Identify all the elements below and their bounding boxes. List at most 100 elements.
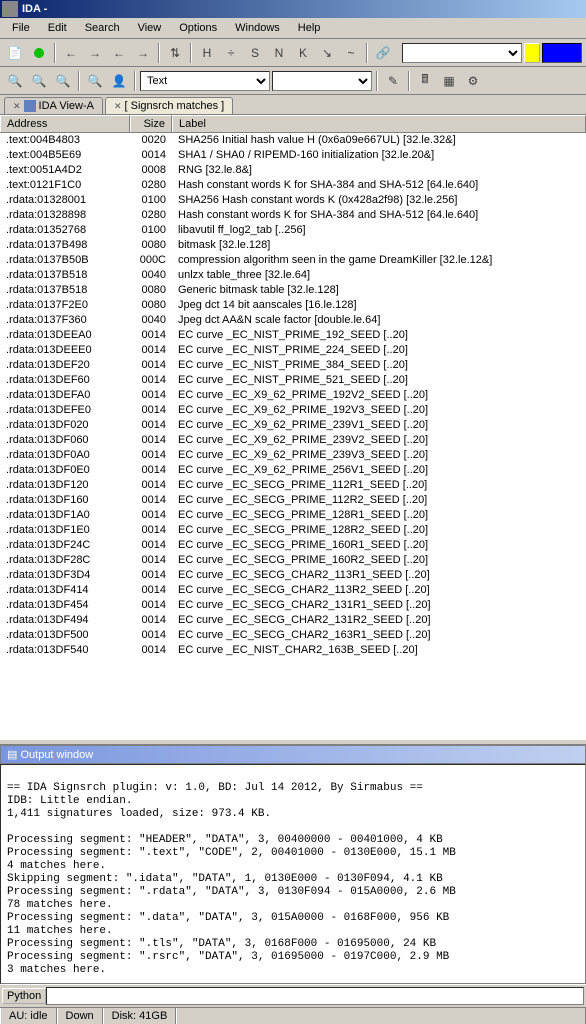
table-row[interactable]: .rdata:0137B50B000Ccompression algorithm… — [0, 253, 586, 268]
nav-back-button[interactable]: ← — [60, 42, 82, 64]
cell-label: EC curve _EC_X9_62_PRIME_239V3_SEED [..2… — [172, 448, 586, 463]
table-row[interactable]: .rdata:013DF0E00014EC curve _EC_X9_62_PR… — [0, 463, 586, 478]
table-row[interactable]: .rdata:013280010100SHA256 Hash constant … — [0, 193, 586, 208]
nav-back2-button[interactable]: ← — [108, 42, 130, 64]
close-icon[interactable]: ✕ — [13, 101, 21, 112]
cell-label: SHA256 Hash constant words K (0x428a2f98… — [172, 193, 586, 208]
tab-ida-view-a[interactable]: ✕ IDA View-A — [4, 97, 103, 114]
text-combo[interactable]: Text — [140, 71, 270, 91]
k-button[interactable]: K — [292, 42, 314, 64]
table-row[interactable]: .rdata:013DF1600014EC curve _EC_SECG_PRI… — [0, 493, 586, 508]
table-row[interactable]: .rdata:013DEF600014EC curve _EC_NIST_PRI… — [0, 373, 586, 388]
cell-address: .rdata:013DEFE0 — [0, 403, 130, 418]
cell-address: .rdata:013DF120 — [0, 478, 130, 493]
output-window[interactable]: == IDA Signsrch plugin: v: 1.0, BD: Jul … — [0, 764, 586, 984]
menu-options[interactable]: Options — [171, 20, 225, 36]
table-row[interactable]: .text:004B5E690014SHA1 / SHA0 / RIPEMD-1… — [0, 148, 586, 163]
col-header-size[interactable]: Size — [130, 115, 172, 132]
col-header-label[interactable]: Label — [172, 115, 586, 132]
menu-windows[interactable]: Windows — [227, 20, 288, 36]
separator — [134, 71, 136, 91]
python-label[interactable]: Python — [2, 988, 46, 1004]
open-button[interactable]: 📄 — [4, 42, 26, 64]
table-row[interactable]: .rdata:013DEFA00014EC curve _EC_X9_62_PR… — [0, 388, 586, 403]
pencil-button[interactable]: ✎ — [382, 70, 404, 92]
table-row[interactable]: .rdata:013DEEA00014EC curve _EC_NIST_PRI… — [0, 328, 586, 343]
binoc3-button[interactable]: 🔍 — [52, 70, 74, 92]
tilde-button[interactable]: ~ — [340, 42, 362, 64]
table-row[interactable]: .rdata:0137B5180040unlzx table_three [32… — [0, 268, 586, 283]
binoc-red-button[interactable]: 🔍 — [84, 70, 106, 92]
tab-label: IDA View-A — [39, 100, 94, 112]
person-button[interactable]: 👤 — [108, 70, 130, 92]
menu-file[interactable]: File — [4, 20, 38, 36]
nav-fwd-button[interactable]: → — [84, 42, 106, 64]
close-icon[interactable]: ✕ — [114, 101, 122, 112]
table-row[interactable]: .rdata:013DF24C0014EC curve _EC_SECG_PRI… — [0, 538, 586, 553]
cell-address: .rdata:013DF060 — [0, 433, 130, 448]
table-row[interactable]: .text:0051A4D20008RNG [32.le.8&] — [0, 163, 586, 178]
cell-address: .rdata:013DF494 — [0, 613, 130, 628]
menu-edit[interactable]: Edit — [40, 20, 75, 36]
nav-fwd2-button[interactable]: → — [132, 42, 154, 64]
col-header-address[interactable]: Address — [0, 115, 130, 132]
separator — [158, 43, 160, 63]
python-input[interactable] — [46, 987, 584, 1005]
arrow-button[interactable]: ↘ — [316, 42, 338, 64]
table-row[interactable]: .rdata:013527680100libavutil ff_log2_tab… — [0, 223, 586, 238]
h-button[interactable]: H — [196, 42, 218, 64]
table-row[interactable]: .rdata:013DF28C0014EC curve _EC_SECG_PRI… — [0, 553, 586, 568]
gear-button[interactable]: ⚙ — [462, 70, 484, 92]
table-row[interactable]: .rdata:013DEEE00014EC curve _EC_NIST_PRI… — [0, 343, 586, 358]
tab-signsrch-matches[interactable]: ✕ [ Signsrch matches ] — [105, 97, 233, 114]
menu-search[interactable]: Search — [77, 20, 128, 36]
run-button[interactable] — [28, 42, 50, 64]
table-row[interactable]: .rdata:013DF4140014EC curve _EC_SECG_CHA… — [0, 583, 586, 598]
grid-button[interactable]: ▦ — [438, 70, 460, 92]
list-header: Address Size Label — [0, 115, 586, 133]
cell-size: 0014 — [130, 628, 172, 643]
table-row[interactable]: .rdata:013DF0200014EC curve _EC_X9_62_PR… — [0, 418, 586, 433]
menu-help[interactable]: Help — [290, 20, 329, 36]
binoc2-button[interactable]: 🔍 — [28, 70, 50, 92]
table-row[interactable]: .rdata:0137B5180080Generic bitmask table… — [0, 283, 586, 298]
table-row[interactable]: .rdata:013DF5000014EC curve _EC_SECG_CHA… — [0, 628, 586, 643]
table-row[interactable]: .rdata:013288980280Hash constant words K… — [0, 208, 586, 223]
empty-combo[interactable] — [272, 71, 372, 91]
table-row[interactable]: .rdata:013DF4940014EC curve _EC_SECG_CHA… — [0, 613, 586, 628]
table-row[interactable]: .rdata:013DF1E00014EC curve _EC_SECG_PRI… — [0, 523, 586, 538]
table-row[interactable]: .rdata:0137F3600040Jpeg dct AA&N scale f… — [0, 313, 586, 328]
table-row[interactable]: .text:0121F1C00280Hash constant words K … — [0, 178, 586, 193]
table-row[interactable]: .rdata:013DF0A00014EC curve _EC_X9_62_PR… — [0, 448, 586, 463]
table-row[interactable]: .rdata:013DF4540014EC curve _EC_SECG_CHA… — [0, 598, 586, 613]
n-button[interactable]: N — [268, 42, 290, 64]
table-row[interactable]: .text:004B48030020SHA256 Initial hash va… — [0, 133, 586, 148]
table-row[interactable]: .rdata:013DF5400014EC curve _EC_NIST_CHA… — [0, 643, 586, 658]
table-row[interactable]: .rdata:013DEF200014EC curve _EC_NIST_PRI… — [0, 358, 586, 373]
cell-size: 0014 — [130, 433, 172, 448]
yellow-button[interactable] — [524, 43, 540, 63]
binoculars-button[interactable]: 🔍 — [4, 70, 26, 92]
table-row[interactable]: .rdata:013DF1200014EC curve _EC_SECG_PRI… — [0, 478, 586, 493]
table-row[interactable]: .rdata:013DEFE00014EC curve _EC_X9_62_PR… — [0, 403, 586, 418]
calc-button[interactable]: 🖩 — [414, 70, 436, 92]
separator — [376, 71, 378, 91]
table-row[interactable]: .rdata:013DF0600014EC curve _EC_X9_62_PR… — [0, 433, 586, 448]
debugger-combo[interactable] — [402, 43, 522, 63]
separator — [190, 43, 192, 63]
cell-address: .rdata:013DF160 — [0, 493, 130, 508]
cell-address: .rdata:013DF3D4 — [0, 568, 130, 583]
cell-label: EC curve _EC_X9_62_PRIME_256V1_SEED [..2… — [172, 463, 586, 478]
toggle-button[interactable]: ⇅ — [164, 42, 186, 64]
menu-view[interactable]: View — [130, 20, 170, 36]
table-row[interactable]: .rdata:013DF1A00014EC curve _EC_SECG_PRI… — [0, 508, 586, 523]
attach-button[interactable]: 🔗 — [372, 42, 394, 64]
table-row[interactable]: .rdata:0137B4980080bitmask [32.le.128] — [0, 238, 586, 253]
math-button[interactable]: ÷ — [220, 42, 242, 64]
results-list[interactable]: .text:004B48030020SHA256 Initial hash va… — [0, 133, 586, 739]
cell-size: 0014 — [130, 523, 172, 538]
table-row[interactable]: .rdata:0137F2E00080Jpeg dct 14 bit aansc… — [0, 298, 586, 313]
table-row[interactable]: .rdata:013DF3D40014EC curve _EC_SECG_CHA… — [0, 568, 586, 583]
s-button[interactable]: S — [244, 42, 266, 64]
cell-address: .rdata:013DF540 — [0, 643, 130, 658]
